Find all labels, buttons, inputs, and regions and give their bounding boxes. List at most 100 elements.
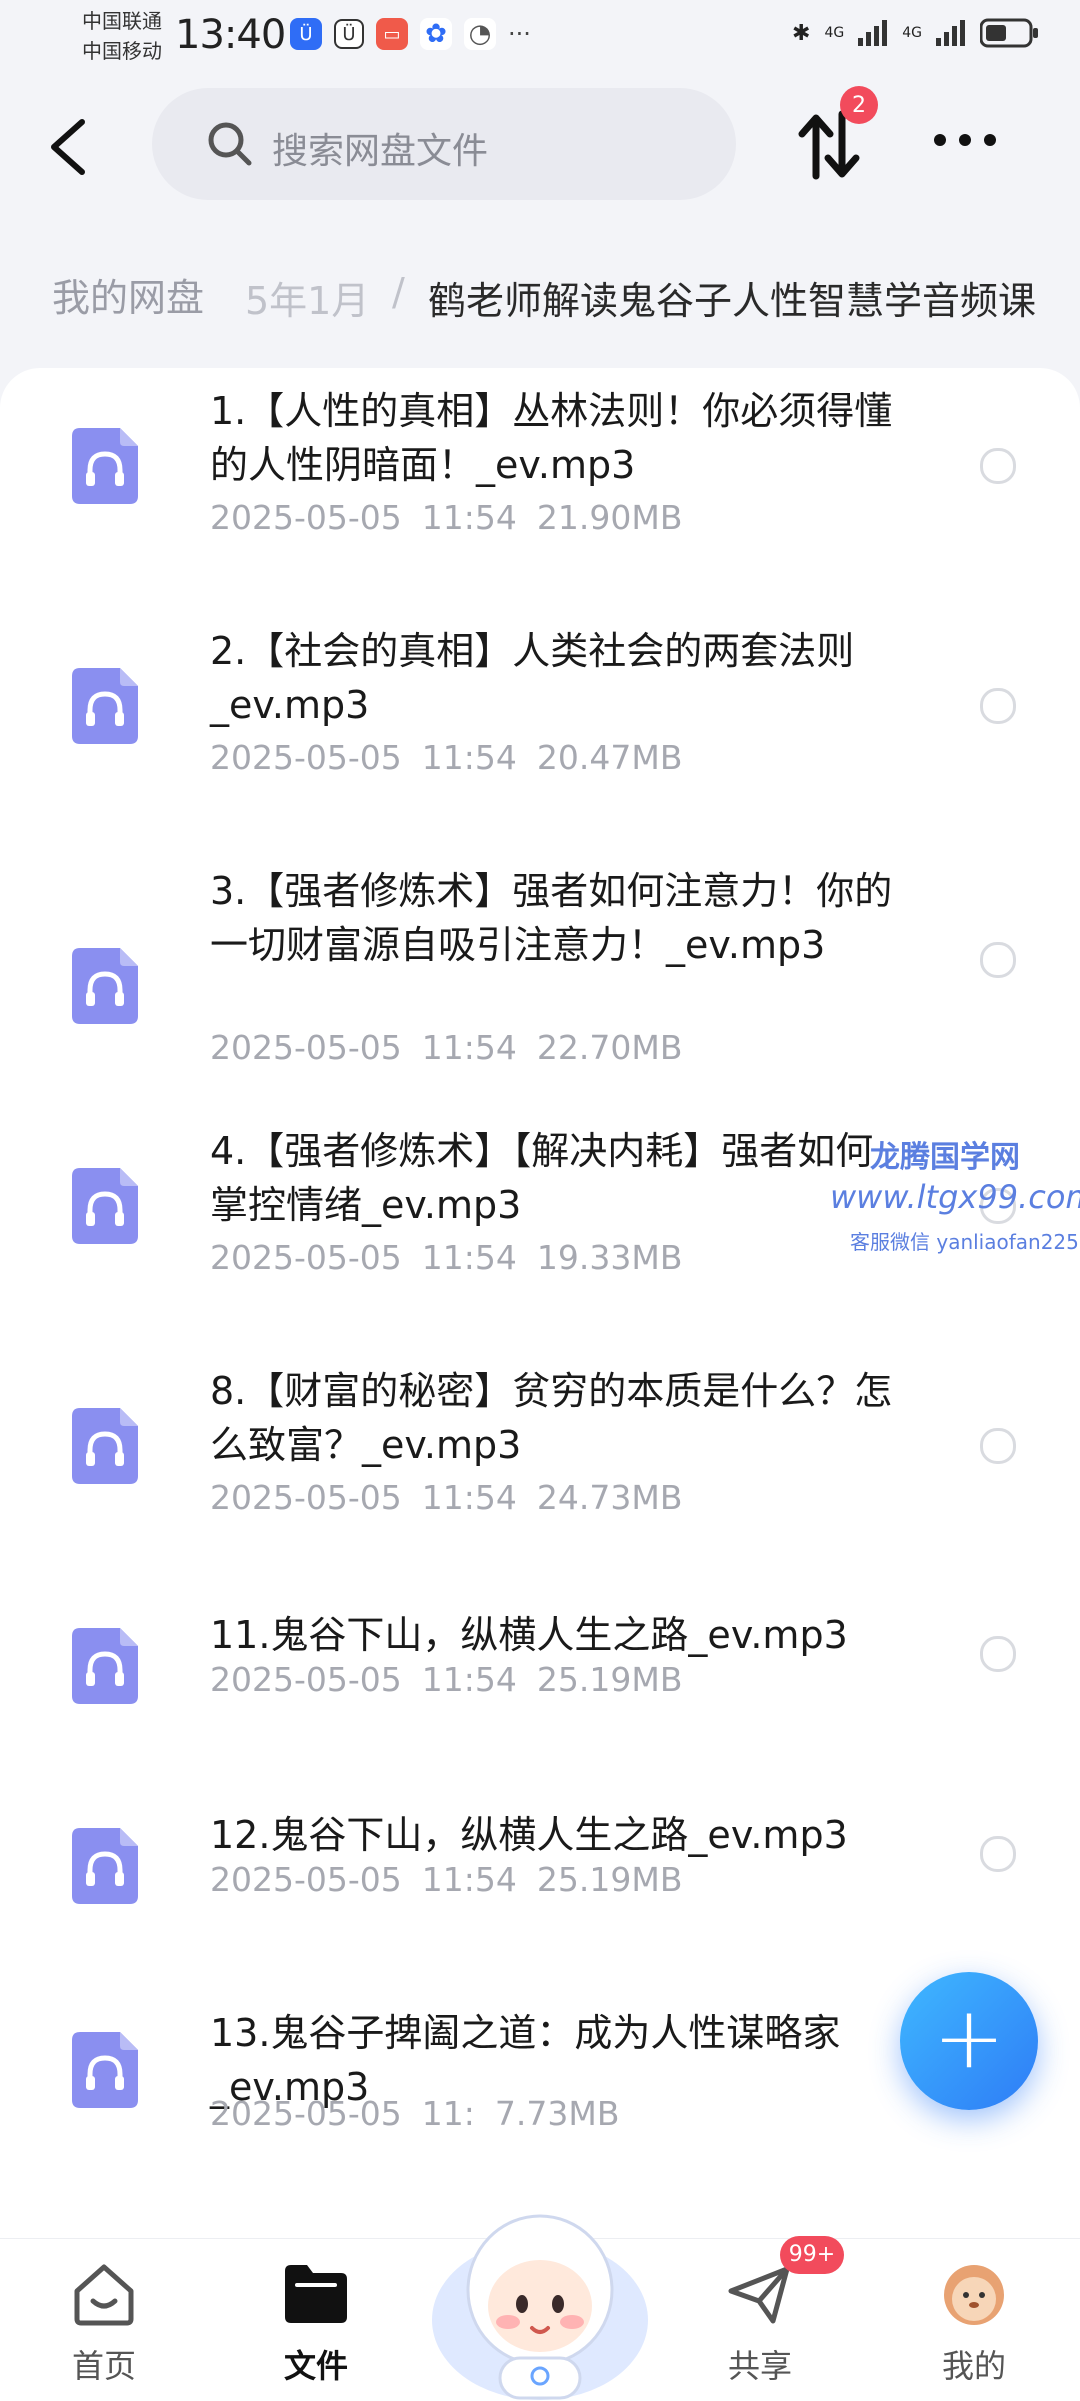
carrier-1: 中国联通 — [82, 9, 162, 33]
share-badge: 99+ — [780, 2236, 844, 2274]
file-name: 2.【社会的真相】人类社会的两套法则_ev.mp3 — [210, 629, 855, 727]
watermark-url: www.ltgx99.com — [830, 1178, 1080, 1216]
more-options-button[interactable] — [930, 120, 1000, 160]
file-date: 2025-05-05 — [210, 2094, 402, 2133]
folder-icon — [285, 2265, 347, 2323]
clock: 13:40 — [175, 12, 286, 58]
file-size: 19.33MB — [536, 1238, 683, 1277]
transfer-count-badge: 2 — [840, 86, 878, 124]
file-meta: 2025-05-05 11:54 24.73MB — [210, 1478, 682, 1517]
network-type-1: 4G — [824, 25, 845, 41]
file-row[interactable]: 8.【财富的秘密】贫穷的本质是什么？怎么致富？_ev.mp3 2025-05-05… — [0, 1348, 1080, 1588]
nav-profile-label: 我的 — [941, 2347, 1006, 2385]
watermark-contact: 客服微信 yanliaofan225 — [850, 1230, 1079, 1254]
audio-file-icon — [72, 948, 138, 1024]
file-name: 12.鬼谷下山，纵横人生之路_ev.mp3 — [210, 1813, 848, 1857]
breadcrumb-root[interactable]: 我的网盘 — [28, 260, 229, 336]
app-notification-icon: Ü — [334, 19, 364, 49]
search-placeholder[interactable]: 搜索网盘文件 — [272, 122, 488, 174]
file-row[interactable]: 3.【强者修炼术】强者如何注意力！你的一切财富源自吸引注意力！_ev.mp3 20… — [0, 848, 1080, 1088]
file-date: 2025-05-05 — [210, 738, 402, 777]
select-checkbox[interactable] — [980, 688, 1016, 724]
file-time: 11:54 — [421, 1660, 517, 1699]
chevron-left-icon — [51, 119, 85, 175]
file-size: 21.90MB — [536, 498, 683, 537]
more-icon — [934, 134, 996, 146]
carrier-2: 中国移动 — [82, 39, 162, 63]
breadcrumb-separator: / — [392, 270, 405, 314]
more-notifications-icon: ··· — [508, 20, 531, 48]
carrier-info: 中国联通 中国移动 — [82, 6, 162, 66]
breadcrumb-parent[interactable]: 5年1月 — [245, 270, 369, 325]
file-size: 25.19MB — [536, 1860, 683, 1899]
audio-file-icon — [72, 1408, 138, 1484]
file-name: 8.【财富的秘密】贫穷的本质是什么？怎么致富？_ev.mp3 — [210, 1369, 893, 1467]
file-meta: 2025-05-05 11:54 19.33MB — [210, 1238, 682, 1277]
file-list[interactable]: 1.【人性的真相】丛林法则！你必须得懂的人性阴暗面！_ev.mp3 2025-05… — [0, 368, 1080, 2238]
select-checkbox[interactable] — [980, 1836, 1016, 1872]
file-meta: 2025-05-05 11: 7.73MB — [210, 2094, 619, 2133]
nav-home[interactable]: 首页 — [44, 2261, 164, 2387]
watermark-title: 龙腾国学网 — [870, 1140, 1020, 1175]
file-size: 25.19MB — [536, 1660, 683, 1699]
home-icon — [74, 2264, 134, 2326]
nav-files[interactable]: 文件 — [256, 2261, 376, 2387]
file-row[interactable]: 2.【社会的真相】人类社会的两套法则_ev.mp3 2025-05-05 11:54… — [0, 608, 1080, 848]
system-status: ✱ 4G 4G — [792, 18, 1040, 48]
file-size: 20.47MB — [536, 738, 683, 777]
file-time: 11:54 — [421, 738, 517, 777]
audio-file-icon — [72, 1168, 138, 1244]
file-name: 3.【强者修炼术】强者如何注意力！你的一切财富源自吸引注意力！_ev.mp3 — [210, 869, 893, 967]
file-time: 11:54 — [421, 498, 517, 537]
audio-file-icon — [72, 428, 138, 504]
file-date: 2025-05-05 — [210, 498, 402, 537]
nav-profile[interactable]: 我的 — [914, 2261, 1034, 2387]
select-checkbox[interactable] — [980, 942, 1016, 978]
audio-file-icon — [72, 668, 138, 744]
file-date: 2025-05-05 — [210, 1860, 402, 1899]
audio-file-icon — [72, 2032, 138, 2108]
avatar-icon — [944, 2265, 1004, 2325]
file-time: 11:54 — [421, 1860, 517, 1899]
share-icon — [728, 2266, 790, 2324]
file-name: 1.【人性的真相】丛林法则！你必须得懂的人性阴暗面！_ev.mp3 — [210, 389, 893, 487]
file-meta: 2025-05-05 11:54 22.70MB — [210, 1028, 682, 1067]
file-date: 2025-05-05 — [210, 1660, 402, 1699]
file-date: 2025-05-05 — [210, 1478, 402, 1517]
notification-icons: Ü Ü ▭ ✿ ◔ ··· — [290, 18, 531, 50]
signal-icon — [936, 20, 965, 46]
add-button[interactable]: + — [900, 1972, 1038, 2110]
shop-app-icon: ▭ — [376, 18, 408, 50]
nav-home-label: 首页 — [71, 2347, 136, 2385]
file-size: 22.70MB — [536, 1028, 683, 1067]
mascot-icon[interactable] — [428, 2180, 652, 2400]
file-size: 24.73MB — [536, 1478, 683, 1517]
file-time: 11: — [421, 2094, 475, 2133]
back-button[interactable] — [40, 112, 100, 182]
file-meta: 2025-05-05 11:54 25.19MB — [210, 1660, 682, 1699]
battery-icon — [980, 18, 1038, 48]
nav-share-label: 共享 — [727, 2347, 792, 2385]
file-meta: 2025-05-05 11:54 21.90MB — [210, 498, 682, 537]
search-icon — [208, 122, 252, 166]
file-meta: 2025-05-05 11:54 20.47MB — [210, 738, 682, 777]
nav-files-label: 文件 — [283, 2347, 348, 2385]
file-meta: 2025-05-05 11:54 25.19MB — [210, 1860, 682, 1899]
select-checkbox[interactable] — [980, 448, 1016, 484]
select-checkbox[interactable] — [980, 1428, 1016, 1464]
paw-icon: ✿ — [420, 18, 452, 50]
file-time: 11:54 — [421, 1238, 517, 1277]
file-row[interactable]: 1.【人性的真相】丛林法则！你必须得懂的人性阴暗面！_ev.mp3 2025-05… — [0, 368, 1080, 608]
app-notification-icon: Ü — [290, 18, 322, 50]
bluetooth-icon: ✱ — [792, 20, 811, 46]
nav-share[interactable]: 共享 — [700, 2261, 820, 2387]
timer-icon: ◔ — [464, 18, 496, 50]
select-checkbox[interactable] — [980, 1636, 1016, 1672]
audio-file-icon — [72, 1628, 138, 1704]
file-date: 2025-05-05 — [210, 1238, 402, 1277]
file-time: 11:54 — [421, 1028, 517, 1067]
audio-file-icon — [72, 1828, 138, 1904]
file-time: 11:54 — [421, 1478, 517, 1517]
breadcrumb-current: 鹤老师解读鬼谷子人性智慧学音频课 — [428, 279, 1037, 323]
signal-icon — [858, 20, 888, 46]
